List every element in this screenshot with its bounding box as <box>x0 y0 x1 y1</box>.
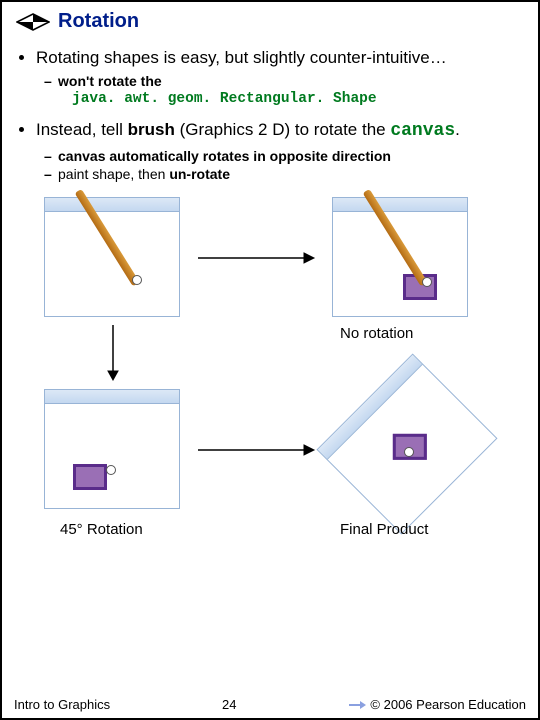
caption-final: Final Product <box>340 521 428 538</box>
b2s2b: then <box>138 166 169 182</box>
b2s2c: un-rotate <box>169 166 230 182</box>
caption-norotation: No rotation <box>340 325 413 342</box>
bullet-2-mid: (Graphics 2 D) to rotate the <box>175 120 390 139</box>
window-final <box>332 369 482 519</box>
caption-45: 45° Rotation <box>60 521 143 538</box>
titlebar <box>45 198 179 212</box>
bullet-2: Instead, tell brush (Graphics 2 D) to ro… <box>36 119 524 183</box>
arrow-right-icon <box>196 443 316 457</box>
footer: Intro to Graphics 24 © 2006 Pearson Educ… <box>2 697 538 712</box>
footer-left: Intro to Graphics <box>14 697 110 712</box>
arrow-down-icon <box>106 323 120 381</box>
window-norotation <box>332 197 468 317</box>
window-empty <box>44 197 180 317</box>
square-icon <box>73 464 107 490</box>
bullet-2-canvas: canvas <box>390 121 455 141</box>
bullet-list-2: Instead, tell brush (Graphics 2 D) to ro… <box>16 119 524 183</box>
bullet-1: Rotating shapes is easy, but slightly co… <box>36 47 524 109</box>
footer-right: © 2006 Pearson Education <box>370 697 526 712</box>
bullet-list: Rotating shapes is easy, but slightly co… <box>16 47 524 109</box>
bullet-2-sub-2: paint shape, then un-rotate <box>58 165 524 183</box>
b2s2a: paint shape, <box>58 166 138 182</box>
bullet-1-text: Rotating shapes is easy, but slightly co… <box>36 48 447 67</box>
bullet-2-post: . <box>455 120 460 139</box>
diagram-area: No rotation 45° Rotation Final Product <box>20 193 520 561</box>
arrow-right-icon <box>196 251 316 265</box>
slide-title: Rotation <box>58 10 139 33</box>
bullet-1-sub-1-text: won't rotate the <box>58 73 162 89</box>
code-text: java. awt. geom. Rectangular. Shape <box>72 90 524 109</box>
title-row: Rotation <box>16 10 524 33</box>
titlebar <box>333 198 467 212</box>
bullet-2-pre: Instead, tell <box>36 120 128 139</box>
bullet-1-sub-1: won't rotate the java. awt. geom. Rectan… <box>58 72 524 109</box>
bullet-2-sub-1: canvas automatically rotates in opposite… <box>58 147 524 165</box>
titlebar <box>45 390 179 404</box>
footer-page-number: 24 <box>222 697 236 712</box>
bullet-2-brush: brush <box>128 120 175 139</box>
window-rotated-canvas <box>44 389 180 509</box>
slide: Rotation Rotating shapes is easy, but sl… <box>0 0 540 720</box>
arrow-icon <box>348 700 366 710</box>
diamond-icon <box>16 13 50 31</box>
